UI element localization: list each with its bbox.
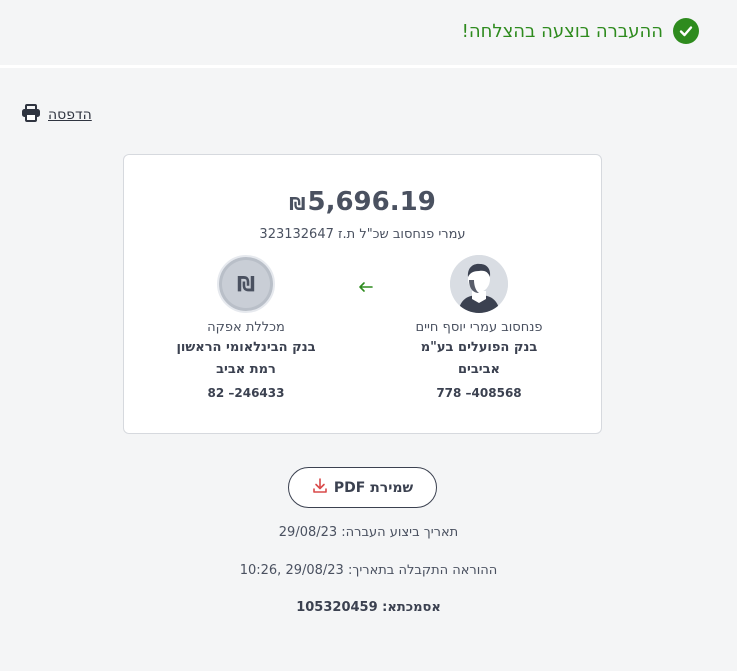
person-avatar-icon (450, 255, 508, 313)
print-button[interactable]: הדפסה (21, 104, 92, 126)
save-pdf-button[interactable]: שמירת PDF (288, 467, 437, 508)
arrow-left-icon (358, 278, 374, 297)
recipient-block: ₪ מכללת אפקה בנק הבינלאומי הראשון רמת אב… (156, 255, 336, 405)
execution-date: תאריך ביצוע העברה: 29/08/23 (278, 525, 459, 540)
currency-symbol: ₪ (289, 194, 306, 215)
received-date: ההוראה התקבלה בתאריך: 29/08/23 ,10:26 (239, 563, 498, 578)
recipient-account: 82 –246433 (207, 386, 285, 400)
recipient-branch: רמת אביב (216, 362, 276, 377)
sender-account: 778 –408568 (436, 386, 522, 400)
success-header: ההעברה בוצעה בהצלחה! (0, 0, 737, 68)
success-message: ההעברה בוצעה בהצלחה! (461, 20, 663, 42)
shekel-icon: ₪ (217, 255, 275, 313)
check-circle-icon (673, 18, 699, 44)
recipient-name: מכללת אפקה (207, 320, 285, 335)
transfer-card: ₪ 5,696.19 עמרי פנחסוב שכ"ל ת.ז 32313264… (123, 154, 602, 434)
reference-number: אסמכתא: 105320459 (296, 600, 441, 615)
printer-icon (21, 104, 41, 126)
sender-bank: בנק הפועלים בע"מ (420, 340, 538, 355)
transfer-amount: ₪ 5,696.19 (124, 187, 601, 217)
save-pdf-label: שמירת PDF (333, 479, 414, 496)
sender-block: פנחסוב עמרי יוסף חיים בנק הפועלים בע"מ א… (389, 255, 569, 405)
transfer-description: עמרי פנחסוב שכ"ל ת.ז 323132647 (259, 227, 466, 242)
download-icon (312, 477, 328, 498)
print-label[interactable]: הדפסה (48, 107, 92, 123)
sender-branch: אביבים (457, 362, 501, 377)
recipient-bank: בנק הבינלאומי הראשון (176, 340, 316, 355)
sender-name: פנחסוב עמרי יוסף חיים (415, 320, 543, 335)
amount-value: 5,696.19 (307, 187, 436, 217)
success-banner: ההעברה בוצעה בהצלחה! (462, 18, 699, 44)
